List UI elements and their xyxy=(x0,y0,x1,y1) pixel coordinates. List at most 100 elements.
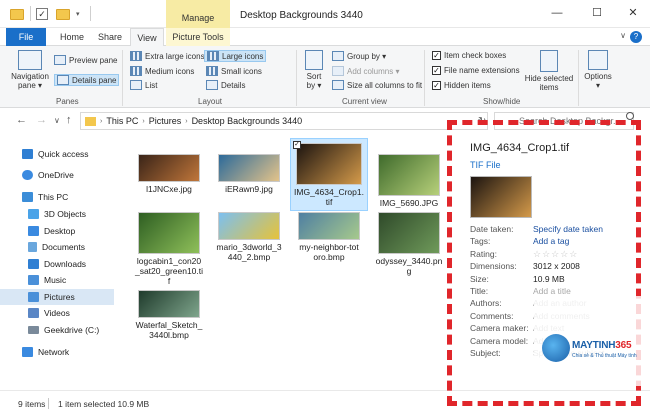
size-columns-button[interactable]: Size all columns to fit xyxy=(332,80,422,90)
small-icons-option[interactable]: Small icons xyxy=(206,66,262,76)
panes-group-label: Panes xyxy=(56,97,79,106)
properties-icon[interactable]: ✓ xyxy=(36,7,48,21)
file-item[interactable]: Waterfal_Sketch_ 3440l.bmp xyxy=(130,286,208,340)
refresh-icon[interactable]: ↻ xyxy=(478,116,486,127)
search-input[interactable]: Search Desktop Backgr... xyxy=(494,112,634,130)
file-item[interactable]: IMG_5690.JPG xyxy=(370,138,448,208)
breadcrumb-separator-icon: › xyxy=(185,117,188,125)
search-icon[interactable] xyxy=(626,112,634,120)
up-arrow-icon[interactable]: ↑ xyxy=(66,114,72,126)
nav-item-downloads[interactable]: Downloads xyxy=(0,256,114,272)
nav-item-3d-objects[interactable]: 3D Objects xyxy=(0,206,114,222)
checkbox-checked-icon: ✓ xyxy=(432,51,441,60)
tab-file[interactable]: File xyxy=(6,28,46,46)
collapse-ribbon-icon[interactable]: ∨ xyxy=(620,31,626,40)
sort-by-button[interactable]: Sort by ▾ xyxy=(300,50,328,90)
file-name-label: Waterfal_Sketch_ xyxy=(135,320,203,330)
recent-locations-icon[interactable]: ∨ xyxy=(54,116,60,125)
address-bar-row: ← → ∨ ↑ › This PC › Pictures › Desktop B… xyxy=(0,108,650,134)
options-icon xyxy=(588,50,608,70)
details-row: Size: 10.9 MB xyxy=(470,274,650,284)
breadcrumb-current-folder[interactable]: Desktop Backgrounds 3440 xyxy=(192,116,303,126)
folder-icon xyxy=(85,116,96,126)
file-name-label: mario_3dworld_3 xyxy=(216,242,282,252)
file-name-extensions-toggle[interactable]: ✓ File name extensions xyxy=(432,66,520,75)
details-row: Rating: ☆☆☆☆☆ xyxy=(470,249,650,260)
file-item[interactable]: l1JNCxe.jpg xyxy=(130,138,208,194)
picture-icon xyxy=(28,292,39,302)
new-folder-icon[interactable] xyxy=(56,7,70,21)
group-by-button[interactable]: Group by ▾ xyxy=(332,51,386,61)
file-name-label: g xyxy=(406,266,412,276)
watermark-brand: MAYTINH365 xyxy=(572,340,632,351)
hide-selected-items-button[interactable]: Hide selected items xyxy=(522,50,576,92)
group-by-icon xyxy=(332,51,344,61)
file-item[interactable]: my-neighbor-tot oro.bmp xyxy=(290,208,368,262)
file-name-label: IMG_4634_Crop1. xyxy=(294,187,364,197)
file-thumbnail xyxy=(138,154,200,182)
nav-item-quick-access[interactable]: Quick access xyxy=(0,146,114,162)
nav-item-pictures[interactable]: Pictures xyxy=(0,289,114,305)
item-checkboxes-toggle[interactable]: ✓ Item check boxes xyxy=(432,51,506,60)
maximize-button[interactable]: ☐ xyxy=(586,4,608,22)
file-item[interactable]: logcabin1_con20 _sat20_green10.ti f xyxy=(130,208,208,286)
file-item[interactable]: mario_3dworld_3 440_2.bmp xyxy=(210,208,288,262)
divider xyxy=(424,50,425,106)
details-row: Date taken: Specify date taken xyxy=(470,224,650,234)
minimize-button[interactable]: — xyxy=(546,4,568,22)
file-item[interactable]: iERawn9.jpg xyxy=(210,138,288,194)
tab-share[interactable]: Share xyxy=(92,28,128,46)
add-columns-button[interactable]: Add columns ▾ xyxy=(332,66,399,76)
breadcrumb-pictures[interactable]: Pictures xyxy=(149,116,182,126)
navigation-pane-icon xyxy=(18,50,42,70)
details-value[interactable]: Add a tag xyxy=(533,236,569,246)
nav-item-onedrive[interactable]: OneDrive xyxy=(0,167,114,183)
tab-view[interactable]: View xyxy=(130,28,164,47)
nav-item-music[interactable]: Music xyxy=(0,272,114,288)
nav-item-documents[interactable]: Documents xyxy=(0,239,114,255)
details-pane-icon xyxy=(57,75,69,85)
file-thumbnail xyxy=(218,154,280,182)
details-key: Camera model: xyxy=(470,335,529,346)
details-file-type: TIF File xyxy=(470,160,501,170)
details-pane-button[interactable]: Details pane xyxy=(54,74,120,86)
hidden-items-toggle[interactable]: ✓ Hidden items xyxy=(432,81,491,90)
help-icon[interactable]: ? xyxy=(630,31,642,43)
list-option[interactable]: List xyxy=(130,80,157,90)
address-field[interactable]: › This PC › Pictures › Desktop Backgroun… xyxy=(80,112,488,130)
checkbox-checked-icon[interactable]: ✓ xyxy=(293,141,301,149)
extra-large-icons-option[interactable]: Extra large icons xyxy=(130,51,205,61)
details-value[interactable]: Add a title xyxy=(533,286,571,296)
nav-item-geekdrive[interactable]: Geekdrive (C:) xyxy=(0,322,114,338)
large-icons-icon xyxy=(207,51,219,61)
options-button[interactable]: Options ▾ xyxy=(582,50,614,90)
tab-home[interactable]: Home xyxy=(54,28,90,46)
music-icon xyxy=(28,275,39,285)
add-columns-icon xyxy=(332,66,344,76)
large-icons-option[interactable]: Large icons xyxy=(204,50,267,62)
medium-icons-option[interactable]: Medium icons xyxy=(130,66,194,76)
preview-pane-button[interactable]: Preview pane xyxy=(54,55,117,65)
nav-item-videos[interactable]: Videos xyxy=(0,305,114,321)
breadcrumb-this-pc[interactable]: This PC xyxy=(106,116,138,126)
nav-item-this-pc[interactable]: This PC xyxy=(0,189,114,205)
navigation-pane-button[interactable]: Navigation pane ▾ xyxy=(10,50,50,90)
ribbon: Navigation pane ▾ Preview pane Details p… xyxy=(0,46,650,108)
close-button[interactable]: ✕ xyxy=(622,4,644,22)
file-item[interactable]: ✓ IMG_4634_Crop1. tif xyxy=(290,138,368,211)
computer-icon xyxy=(22,192,33,202)
divider xyxy=(30,6,31,21)
file-item[interactable]: odyssey_3440.pn g xyxy=(370,208,448,276)
details-value[interactable]: Specify date taken xyxy=(533,224,603,234)
quick-access-dropdown-icon[interactable]: ▾ xyxy=(76,7,80,21)
back-arrow-icon[interactable]: ← xyxy=(16,114,27,126)
nav-item-network[interactable]: Network xyxy=(0,344,114,360)
ribbon-tabs: File Home Share View Picture Tools ∨ ? xyxy=(0,28,650,47)
small-icons-icon xyxy=(206,66,218,76)
manage-contextual-tab[interactable]: Manage xyxy=(166,0,230,28)
forward-arrow-icon[interactable]: → xyxy=(36,114,47,126)
nav-item-desktop[interactable]: Desktop xyxy=(0,223,114,239)
tab-picture-tools[interactable]: Picture Tools xyxy=(166,28,230,46)
rating-stars[interactable]: ☆☆☆☆☆ xyxy=(533,249,578,260)
details-option[interactable]: Details xyxy=(206,80,245,90)
